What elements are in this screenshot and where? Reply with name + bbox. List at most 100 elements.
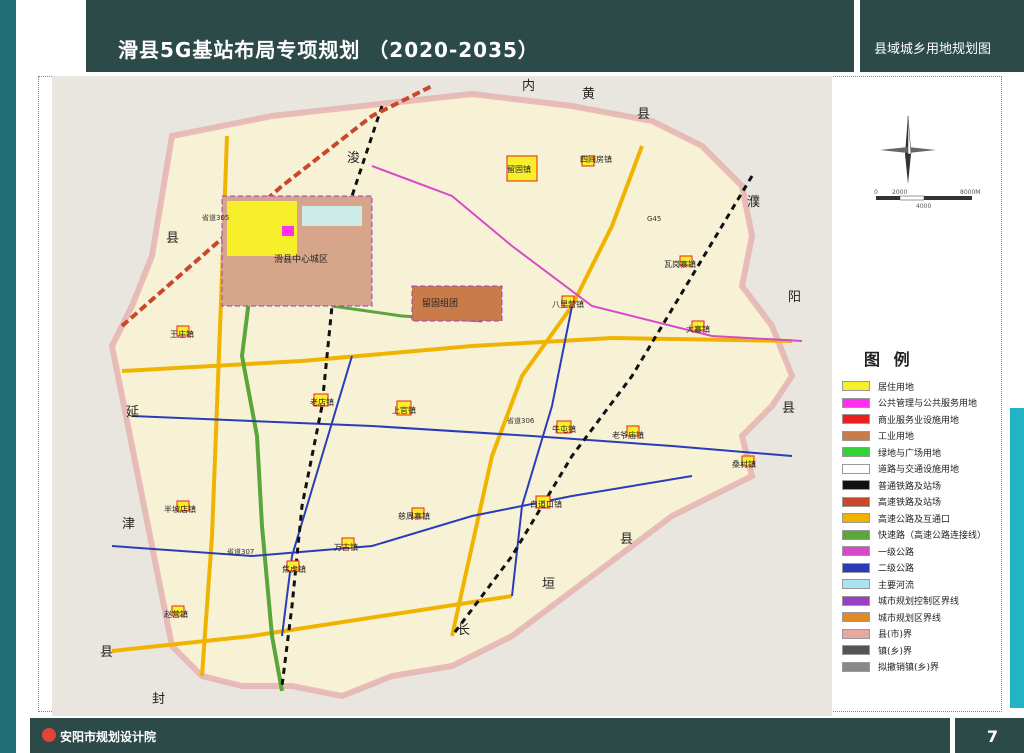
page-number-bar: 7	[955, 718, 1024, 753]
scale-label-4000: 4000	[916, 203, 931, 210]
town-label-jiaohu: 焦虎镇	[282, 564, 306, 574]
neighbor-label-15: 封	[152, 692, 165, 707]
legend-swatch	[842, 529, 870, 540]
legend-label: 快速路（高速公路连接线）	[878, 531, 987, 542]
neighbor-label-14: 县	[620, 532, 633, 547]
legend-label: 高速铁路及站场	[878, 498, 942, 509]
legend-item: 二级公路	[842, 560, 1012, 577]
neighbor-label-5: 县	[166, 231, 179, 246]
neighbor-label-9: 延	[126, 405, 139, 420]
neighbor-label-3: 县	[637, 107, 650, 122]
city-public	[282, 226, 294, 236]
town-label-banpodian: 半坡店镇	[164, 504, 196, 514]
town-label-wagangzhai: 瓦岗寨镇	[664, 259, 696, 269]
legend-item: 工业用地	[842, 428, 1012, 445]
page-number: 7	[986, 727, 998, 746]
scale-label-8000: 8000M	[960, 189, 980, 196]
legend-label: 居住用地	[878, 382, 915, 393]
legend-item: 城市规划区界线	[842, 609, 1012, 626]
legend-item: 高速铁路及站场	[842, 494, 1012, 511]
legend-label: 道路与交通设施用地	[878, 465, 960, 476]
legend-label: 二级公路	[878, 564, 915, 575]
neighbor-label-11: 县	[100, 645, 113, 660]
town-label-wangzhuang: 王庄镇	[170, 329, 194, 339]
legend-item: 县(市)界	[842, 626, 1012, 643]
legend-item: 绿地与广场用地	[842, 444, 1012, 461]
legend-label: 工业用地	[878, 432, 915, 443]
legend-label: 商业服务业设施用地	[878, 415, 960, 426]
legend-swatch	[842, 381, 870, 392]
legend-item: 普通铁路及站场	[842, 477, 1012, 494]
legend-item: 快速路（高速公路连接线）	[842, 527, 1012, 544]
legend-label: 城市规划区界线	[878, 613, 942, 624]
legend-swatch	[842, 661, 870, 672]
town-label-shangguan: 上官镇	[392, 405, 416, 415]
road-label-s306: 省道306	[507, 416, 535, 425]
neighbor-label-1: 内	[522, 78, 535, 94]
legend-label: 主要河流	[878, 580, 915, 591]
legend-list: 居住用地公共管理与公共服务用地 商业服务业设施用地 工业用地绿地与广场用地道路与交通…	[842, 378, 1012, 675]
neighbor-label-2: 黄	[582, 87, 595, 102]
legend-item: 公共管理与公共服务用地	[842, 395, 1012, 412]
road-label-s305: 省道305	[202, 213, 229, 222]
legend-swatch	[842, 546, 870, 557]
footer-bar: 安阳市规划设计院	[30, 718, 950, 753]
legend-label: 普通铁路及站场	[878, 481, 942, 492]
legend-swatch	[842, 628, 870, 639]
compass-and-scale: 0 2000 4000 8000M	[872, 112, 992, 212]
town-label-sangcun: 桑村镇	[732, 459, 756, 469]
institute-logo-icon	[42, 728, 56, 742]
neighbor-label-12: 长	[457, 623, 470, 638]
legend-item: 高速公路及互通口	[842, 510, 1012, 527]
town-label-sijianfang: 四间房镇	[580, 154, 612, 164]
town-label-wangu: 万古镇	[334, 542, 358, 552]
legend-swatch	[842, 595, 870, 606]
legend-item: 居住用地	[842, 378, 1012, 395]
town-label-zhaoying: 赵营镇	[164, 609, 188, 619]
organization-name: 安阳市规划设计院	[60, 730, 157, 744]
legend-label: 公共管理与公共服务用地	[878, 399, 978, 410]
map-title-bar: 县域城乡用地规划图	[860, 0, 1024, 72]
county-map: 内 黄 县 浚 县 濮 阳 县 延 津 县 长 垣 县 封 滑县中心城区 留固组…	[52, 76, 832, 716]
legend-swatch	[842, 645, 870, 656]
neighbor-label-13: 垣	[542, 577, 555, 592]
town-label-laoyemiao: 老爷庙镇	[612, 430, 644, 440]
legend-swatch	[842, 513, 870, 524]
town-label-dazhai: 大寨镇	[686, 324, 710, 334]
town-label-cizhouzhai: 慈周寨镇	[398, 511, 430, 521]
legend-label: 绿地与广场用地	[878, 448, 942, 459]
neighbor-label-6: 濮	[747, 195, 760, 210]
legend-label: 一级公路	[878, 547, 915, 558]
city-green	[302, 206, 362, 226]
legend-label: 城市规划控制区界线	[878, 597, 960, 608]
legend-label: 拟撤销镇(乡)界	[878, 663, 940, 674]
legend-swatch	[842, 397, 870, 408]
legend-swatch	[842, 447, 870, 458]
legend-item: 镇(乡)界	[842, 642, 1012, 659]
title-bar: 滑县5G基站布局专项规划 （2020-2035）	[86, 0, 854, 72]
legend-swatch	[842, 562, 870, 573]
neighbor-label-4: 浚	[347, 151, 360, 166]
industrial-area-label: 留固组团	[422, 297, 458, 309]
legend-swatch	[842, 612, 870, 623]
legend-swatch	[842, 430, 870, 441]
legend-item: 城市规划控制区界线	[842, 593, 1012, 610]
town-label-laodian: 老店镇	[310, 397, 334, 407]
legend-item: 道路与交通设施用地	[842, 461, 1012, 478]
north-arrow-icon	[880, 115, 936, 184]
neighbor-label-8: 县	[782, 401, 795, 416]
legend-swatch	[842, 579, 870, 590]
scale-bar: 0 2000 4000 8000M	[874, 189, 980, 210]
neighbor-label-7: 阳	[788, 290, 801, 305]
legend-swatch	[842, 496, 870, 507]
map-title: 县域城乡用地规划图	[874, 42, 992, 57]
city-center-label: 滑县中心城区	[274, 253, 328, 265]
town-label-niutun: 牛屯镇	[552, 424, 576, 434]
scale-label-2000: 2000	[892, 189, 907, 196]
legend-label: 县(市)界	[878, 630, 913, 641]
town-label-balying: 八里营镇	[552, 299, 584, 309]
legend-item: 一级公路	[842, 543, 1012, 560]
right-accent-bar	[1010, 408, 1024, 708]
neighbor-label-10: 津	[122, 517, 135, 532]
legend-swatch	[842, 463, 870, 474]
